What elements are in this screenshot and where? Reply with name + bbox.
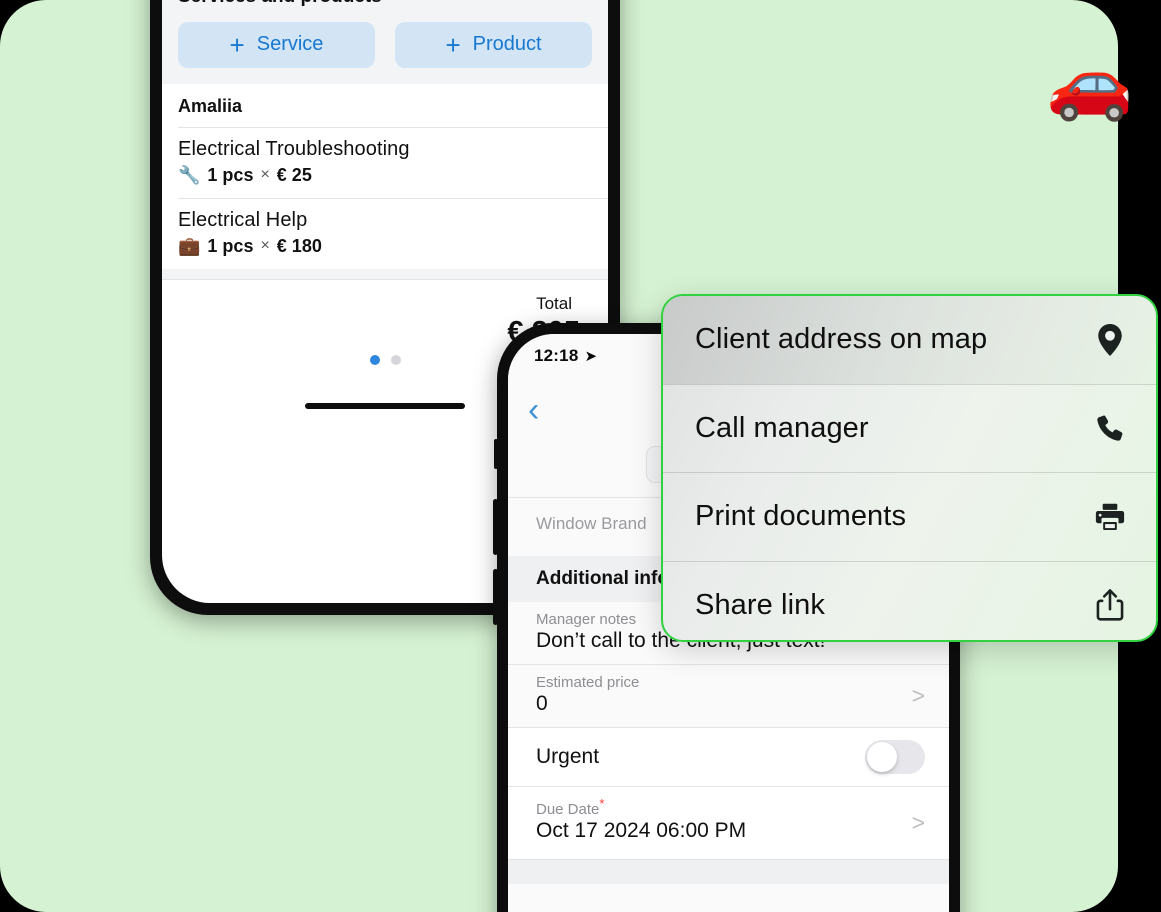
add-buttons-row: + Service + Product [178,21,592,68]
menu-item-call-manager[interactable]: Call manager [663,385,1156,473]
item-subtitle: 🔧 1 pcs × € 25 [178,165,592,186]
printer-icon [1094,500,1126,534]
toggle-knob [867,742,897,772]
due-date-row[interactable]: Due Date* Oct 17 2024 06:00 PM > [508,787,949,859]
add-product-label: Product [472,33,542,56]
multiply-sign: × [260,166,270,184]
phone-icon [1094,411,1126,445]
item-qty: 1 pcs [207,235,254,256]
menu-item-client-address-on-map[interactable]: Client address on map [663,296,1156,384]
item-subtitle: 💼 1 pcs × € 180 [178,236,592,257]
estimated-price-label: Estimated price [536,674,640,691]
due-date-value: Oct 17 2024 06:00 PM [536,819,747,842]
urgent-toggle[interactable] [865,740,925,774]
spacer [508,860,949,884]
context-menu: Client address on map Call manager Print… [661,294,1158,642]
map-pin-icon [1094,323,1126,357]
menu-item-label: Call manager [695,411,869,444]
item-price: € 25 [276,164,312,185]
list-item[interactable]: Electrical Troubleshooting 🔧 1 pcs × € 2… [162,127,608,198]
spacer [162,268,608,279]
estimated-price-value: 0 [536,692,548,715]
list-item[interactable]: Electrical Help 💼 1 pcs × € 180 [162,198,608,269]
location-arrow-icon: ➤ [584,348,598,365]
due-date-label: Due Date* [536,796,921,818]
mute-switch[interactable] [494,439,498,469]
required-marker: * [599,796,605,811]
total-label: Total [536,293,572,313]
urgent-label: Urgent [536,745,600,768]
chevron-right-icon: > [911,809,925,836]
estimated-price-row[interactable]: Estimated price 0 > [508,665,949,727]
page-dot-active[interactable] [369,354,380,365]
multiply-sign: × [260,237,270,255]
share-icon [1094,588,1126,622]
urgent-row[interactable]: Urgent [508,728,949,786]
group-name: Amaliia [162,83,608,127]
add-service-button[interactable]: + Service [178,21,375,68]
chevron-right-icon: > [911,682,925,709]
menu-item-share-link[interactable]: Share link [663,562,1156,641]
add-product-button[interactable]: + Product [395,21,592,68]
plus-icon: + [229,29,245,60]
car-icon: 🚗 [1046,44,1134,122]
plus-icon: + [445,29,461,60]
page-dot[interactable] [390,354,401,365]
item-price: € 180 [276,235,322,256]
item-qty: 1 pcs [207,164,254,185]
services-and-products-section: Services and products + Service + Produc… [162,0,608,84]
volume-down-button[interactable] [493,569,498,625]
add-service-label: Service [256,33,324,56]
home-indicator[interactable] [305,402,465,409]
volume-up-button[interactable] [493,499,498,555]
wrench-icon: 🔧 [178,164,201,185]
status-bar-time: 12:18 [534,346,579,365]
menu-item-label: Client address on map [695,323,988,356]
section-title: Services and products [178,0,592,8]
screenshot-root: 🚗 Estimated price 0 > Urgent Due Date* [0,0,1161,912]
back-button[interactable]: ‹ [528,393,539,427]
menu-item-label: Share link [695,588,825,621]
item-title: Electrical Help [178,208,308,231]
item-title: Electrical Troubleshooting [178,137,410,160]
menu-item-print-documents[interactable]: Print documents [663,473,1156,561]
briefcase-icon: 💼 [178,235,201,256]
due-date-label-text: Due Date [536,801,600,818]
menu-item-label: Print documents [695,500,907,533]
